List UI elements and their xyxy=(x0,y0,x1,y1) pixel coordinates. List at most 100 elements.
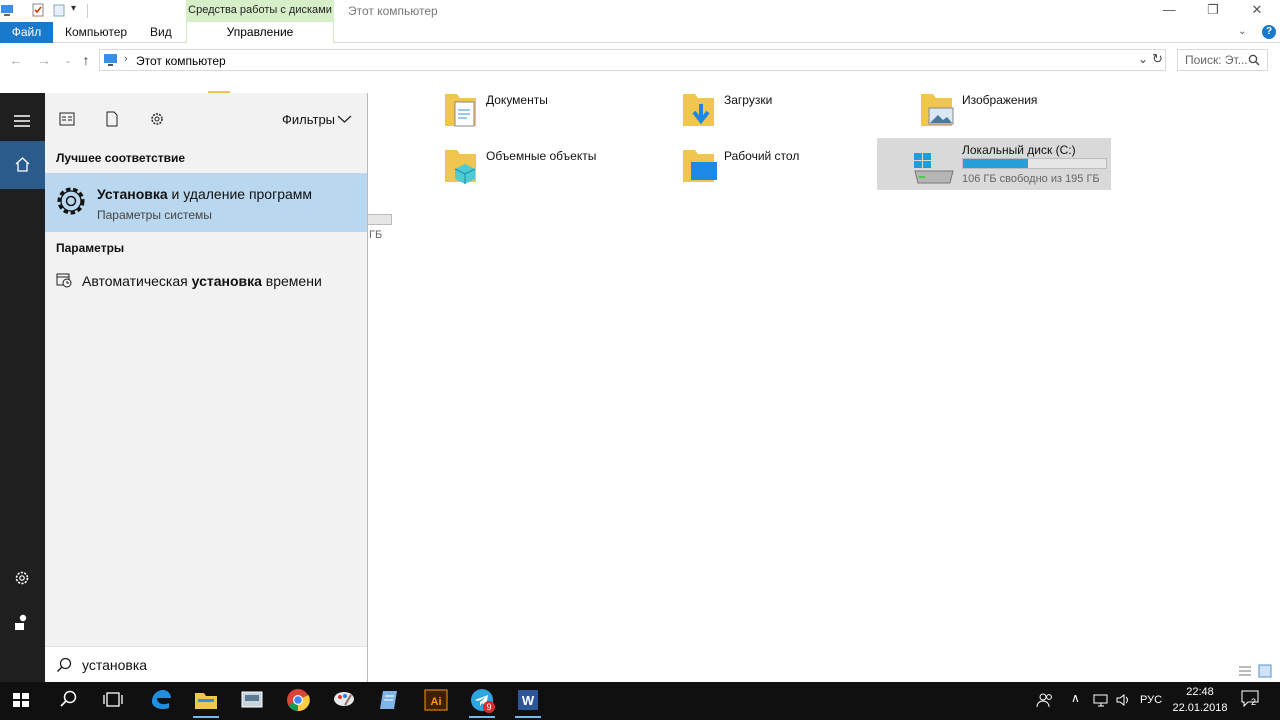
taskbar-clock[interactable]: 22:48 22.01.2018 xyxy=(1160,684,1240,718)
documents-folder-icon xyxy=(445,94,476,127)
drive-c[interactable]: Локальный диск (C:) 106 ГБ свободно из 1… xyxy=(877,138,1111,190)
paint-icon xyxy=(334,692,354,706)
settings-result-label: Автоматическая установка времени xyxy=(82,273,322,289)
settings-result-auto-time[interactable]: Автоматическая установка времени xyxy=(45,266,367,294)
volume-icon[interactable] xyxy=(1115,693,1131,707)
forward-arrow-icon[interactable]: → xyxy=(36,50,52,70)
folder-label: Загрузки xyxy=(724,93,773,107)
restore-button[interactable]: ❐ xyxy=(1191,0,1235,22)
recent-dropdown-icon[interactable]: ⌄ xyxy=(60,50,76,70)
taskbar-word[interactable]: W xyxy=(515,687,541,718)
search-query-text[interactable]: установка xyxy=(82,657,147,673)
breadcrumb-separator-icon: › xyxy=(124,53,128,65)
documents-filter-icon[interactable] xyxy=(105,111,119,127)
drive-usage-fill xyxy=(963,159,1029,168)
details-view-icon[interactable] xyxy=(1238,665,1252,677)
tab-manage[interactable]: Управление xyxy=(186,22,334,43)
hamburger-menu-icon[interactable] xyxy=(13,114,31,128)
result-title-match: Установка xyxy=(97,186,168,202)
apps-filter-icon[interactable] xyxy=(59,112,75,126)
taskbar-telegram[interactable]: 9 xyxy=(469,687,495,718)
search-icon[interactable] xyxy=(57,689,81,711)
folder-3d-objects[interactable]: Объемные объекты xyxy=(443,144,643,194)
taskbar-app-3[interactable] xyxy=(377,687,403,713)
divider xyxy=(87,4,88,18)
svg-text:W: W xyxy=(522,693,535,708)
close-button[interactable]: ✕ xyxy=(1235,0,1279,22)
input-language[interactable]: РУС xyxy=(1140,694,1162,706)
desktop-folder-icon xyxy=(683,150,717,182)
gear-icon xyxy=(57,187,85,215)
running-indicator xyxy=(515,716,541,718)
up-arrow-icon[interactable]: ↑ xyxy=(78,50,94,70)
network-icon[interactable] xyxy=(1093,693,1109,707)
chevron-up-icon[interactable]: ∧ xyxy=(1071,691,1080,705)
running-indicator xyxy=(469,716,495,718)
partial-drive-bar xyxy=(366,214,392,225)
filters-button[interactable]: Фильтры xyxy=(282,112,335,127)
window-title: Этот компьютер xyxy=(348,4,438,18)
properties-icon[interactable] xyxy=(31,3,45,17)
file-explorer-icon xyxy=(195,693,217,709)
folder-downloads[interactable]: Загрузки xyxy=(681,88,881,138)
folder-documents[interactable]: Документы xyxy=(443,88,643,138)
settings-filter-icon[interactable] xyxy=(149,111,165,127)
taskbar-edge[interactable] xyxy=(148,687,174,713)
task-view-icon[interactable] xyxy=(101,689,125,711)
home-tab[interactable] xyxy=(0,141,45,189)
tab-file[interactable]: Файл xyxy=(0,22,53,43)
result-title: Установка и удаление программ xyxy=(97,186,312,202)
refresh-icon[interactable]: ↻ xyxy=(1152,51,1163,67)
best-match-result[interactable]: Установка и удаление программ Параметры … xyxy=(45,173,367,232)
back-arrow-icon[interactable]: ← xyxy=(8,50,24,70)
chevron-down-icon[interactable] xyxy=(337,114,352,124)
taskbar-file-explorer[interactable] xyxy=(193,687,219,718)
settings-gear-icon[interactable] xyxy=(13,569,31,587)
search-icon[interactable] xyxy=(1248,54,1260,66)
result-subtitle: Параметры системы xyxy=(97,208,212,222)
drive-icon xyxy=(914,153,954,184)
user-feedback-icon[interactable] xyxy=(13,613,31,631)
settings-header: Параметры xyxy=(56,241,125,255)
setting-suffix: времени xyxy=(261,273,322,289)
clock-date: 22.01.2018 xyxy=(1172,702,1228,714)
windows-start-icon[interactable] xyxy=(9,689,33,711)
folder-label: Объемные объекты xyxy=(486,149,597,163)
computer-icon xyxy=(1,5,13,16)
drive-usage-bar xyxy=(962,158,1107,169)
expand-ribbon-icon[interactable]: ⌄ xyxy=(1238,26,1246,37)
large-icons-view-icon[interactable] xyxy=(1258,664,1272,678)
pictures-folder-icon xyxy=(921,94,954,126)
running-indicator xyxy=(193,716,219,718)
search-icon xyxy=(56,657,72,673)
people-icon[interactable] xyxy=(1036,692,1054,708)
best-match-header: Лучшее соответствие xyxy=(56,151,186,165)
tab-view[interactable]: Вид xyxy=(150,22,172,43)
unread-badge: 9 xyxy=(483,701,495,713)
downloads-folder-icon xyxy=(683,94,714,126)
clock-time: 22:48 xyxy=(1186,686,1214,698)
taskbar-app-2[interactable] xyxy=(331,687,357,713)
help-icon[interactable]: ? xyxy=(1262,25,1276,39)
address-dropdown-icon[interactable]: ⌄ xyxy=(1138,52,1148,66)
folder-label: Рабочий стол xyxy=(724,149,800,163)
tab-computer[interactable]: Компьютер xyxy=(65,22,127,43)
start-search-box[interactable]: установка xyxy=(45,646,367,682)
notification-count: 2 xyxy=(1251,697,1257,707)
edge-icon xyxy=(152,690,171,710)
taskbar-chrome[interactable] xyxy=(285,687,311,713)
address-bar[interactable]: › Этот компьютер ⌄ xyxy=(99,49,1166,71)
folder-desktop[interactable]: Рабочий стол xyxy=(681,144,881,194)
taskbar-illustrator[interactable]: Ai xyxy=(423,687,449,713)
illustrator-icon: Ai xyxy=(424,689,448,711)
minimize-button[interactable]: — xyxy=(1147,0,1191,22)
start-rail xyxy=(0,93,45,682)
customize-qat-icon[interactable]: ▾ xyxy=(71,3,76,14)
new-folder-icon[interactable] xyxy=(52,3,66,17)
folder-pictures[interactable]: Изображения xyxy=(919,88,1119,138)
svg-text:Ai: Ai xyxy=(431,696,442,708)
breadcrumb[interactable]: Этот компьютер xyxy=(136,54,226,68)
taskbar-app-1[interactable] xyxy=(239,687,265,713)
action-center[interactable]: 2 xyxy=(1240,688,1262,710)
setting-prefix: Автоматическая xyxy=(82,273,192,289)
